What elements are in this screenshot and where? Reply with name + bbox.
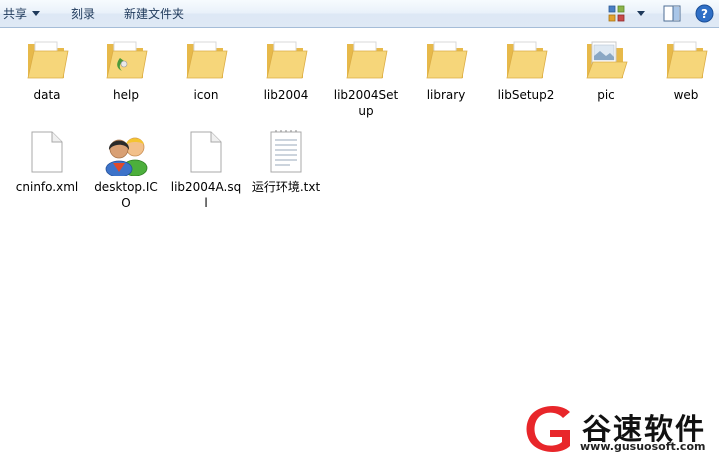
folder-item-web[interactable]: web (646, 36, 719, 103)
picture-folder-icon (586, 41, 628, 79)
item-label: icon (193, 88, 219, 102)
text-file-icon (270, 130, 302, 173)
folder-icon (506, 41, 548, 79)
share-menu-button[interactable]: 共享 (3, 4, 41, 24)
share-label: 共享 (3, 7, 28, 21)
item-label: libSetup2 (497, 88, 555, 102)
file-item-cninfo-xml[interactable]: cninfo.xml (7, 128, 87, 195)
brand-logo-icon (526, 406, 570, 452)
users-icon (105, 137, 148, 178)
item-label: lib2004Setup (333, 88, 399, 118)
folder-item-libsetup2[interactable]: libSetup2 (486, 36, 566, 103)
item-label: lib2004 (263, 88, 309, 102)
folder-item-library[interactable]: library (406, 36, 486, 103)
explorer-window: 共享 刻录 新建文件夹 ? data help icon lib2004 lib… (0, 0, 719, 458)
change-view-icon[interactable] (608, 5, 626, 22)
folder-item-icon[interactable]: icon (166, 36, 246, 103)
preview-pane-icon[interactable] (663, 5, 681, 22)
folder-icon (346, 41, 388, 79)
folder-item-pic[interactable]: pic (566, 36, 646, 103)
item-label: web (673, 88, 699, 102)
file-item-desktop-ico[interactable]: desktop.ICO (86, 128, 166, 211)
blank-file-icon (31, 131, 63, 173)
folder-icon (27, 41, 69, 79)
folder-item-lib2004[interactable]: lib2004 (246, 36, 326, 103)
item-label: pic (597, 88, 615, 102)
site-watermark: 谷速软件 www.gusuosoft.com (520, 400, 719, 458)
file-item-runtime-txt[interactable]: 运行环境.txt (246, 128, 326, 195)
item-label: data (33, 88, 61, 102)
folder-icon (186, 41, 228, 79)
file-list: data help icon lib2004 lib2004Setup libr… (0, 28, 719, 458)
item-label: library (426, 88, 466, 102)
burn-button[interactable]: 刻录 (71, 4, 95, 24)
view-options-chevron-icon[interactable] (637, 11, 645, 16)
item-label: lib2004A.sql (170, 180, 242, 210)
folder-icon (426, 41, 468, 79)
chevron-down-icon (32, 11, 41, 16)
help-icon[interactable]: ? (695, 4, 714, 23)
help-folder-icon (106, 41, 148, 79)
file-item-lib2004a-sql[interactable]: lib2004A.sql (166, 128, 246, 211)
item-label: help (113, 88, 139, 102)
item-label: 运行环境.txt (251, 180, 321, 194)
folder-item-lib2004setup[interactable]: lib2004Setup (326, 36, 406, 119)
folder-item-data[interactable]: data (7, 36, 87, 103)
item-label: cninfo.xml (15, 180, 79, 194)
blank-file-icon (190, 131, 222, 173)
new-folder-button[interactable]: 新建文件夹 (124, 4, 184, 24)
item-label: desktop.ICO (94, 180, 158, 210)
folder-icon (266, 41, 308, 79)
folder-icon (666, 41, 708, 79)
folder-item-help[interactable]: help (86, 36, 166, 103)
command-bar: 共享 刻录 新建文件夹 ? (0, 0, 719, 28)
svg-text:?: ? (701, 7, 708, 21)
watermark-url: www.gusuosoft.com (580, 440, 706, 453)
